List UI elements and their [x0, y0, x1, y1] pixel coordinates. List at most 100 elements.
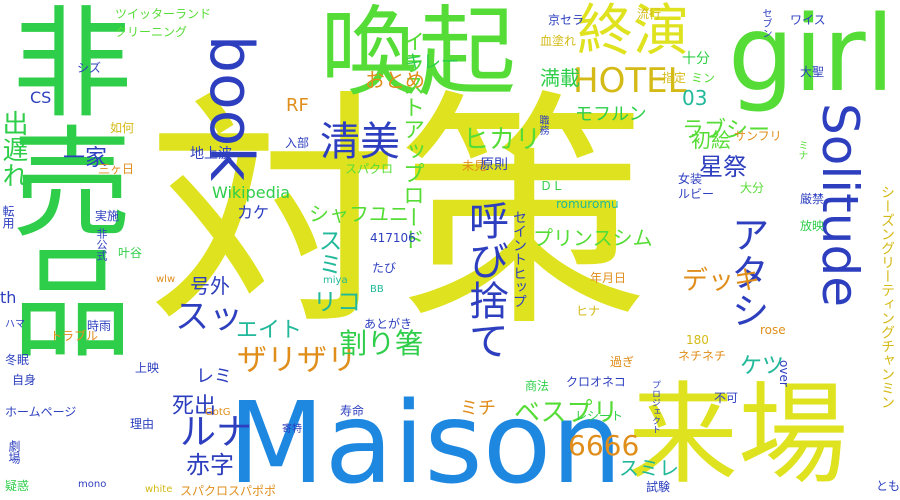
word-twitterland: ツイッターランド [115, 7, 212, 21]
word-th: th [0, 288, 17, 307]
word-over: over [777, 360, 791, 387]
word-white: white [145, 484, 173, 495]
word-hoshimatsuri: 星祭 [699, 153, 747, 181]
word-supakuro: スパクロ [345, 162, 394, 176]
word-riyuu: 理由 [130, 417, 155, 431]
word-hama: ハマ [5, 319, 25, 330]
word-180: 180 [686, 333, 709, 347]
word-hikoushiki: 非公式 [95, 228, 108, 261]
word-bb: BB [370, 284, 384, 295]
word-cloud: 対策 Maison 喚起 girl 来場 非売品 book Solitude 終… [0, 0, 900, 500]
word-nechinechi: ネチネチ [678, 349, 727, 363]
word-shitei: 指定 [662, 71, 687, 85]
word-receipt: レシート [575, 409, 624, 423]
word-deokure: 出遅れ [0, 110, 28, 188]
word-mansai: 満載 [540, 66, 580, 90]
word-sumire: スミレ [619, 456, 679, 480]
word-jumyou: 寿命 [340, 404, 365, 418]
word-season-greeting: シーズングリーティングチャンミン [879, 185, 895, 409]
word-mono: mono [78, 479, 107, 490]
word-romuromu: romuromu [556, 197, 619, 211]
word-dekki: デッキ [682, 266, 761, 296]
word-cleaning: クリーニング [115, 25, 188, 39]
word-ryuukou: 流行 [637, 7, 662, 21]
word-tomo: とも [876, 479, 900, 493]
word-chimamire: 血塗れ [540, 34, 577, 48]
word-hina: ヒナ [576, 304, 601, 318]
word-project: プロジェクト [650, 380, 660, 434]
word-kitoku: 寄特 [282, 424, 302, 435]
word-yobisute: 呼び捨て [462, 200, 508, 360]
word-akaji: 赤字 [186, 451, 234, 479]
word-atogaki: あとがき [364, 317, 413, 331]
word-nengappi: 年月日 [590, 271, 627, 285]
word-mikkabi: 三ヶ日 [98, 162, 135, 176]
word-michi: ミチ [460, 398, 496, 419]
word-shouhou: 商法 [525, 379, 550, 393]
word-gotg: GotG [205, 407, 231, 418]
word-juubun: 十分 [682, 51, 710, 67]
word-shafuyuni: シャフユニ [309, 202, 409, 226]
word-genkin: 厳禁 [800, 192, 825, 206]
word-houei: 放映 [800, 219, 825, 233]
word-otome: おとめ [365, 68, 425, 92]
word-shuen: 終演 [577, 0, 689, 64]
word-taisei: 大聖 [800, 65, 825, 79]
word-seven: セブン [760, 8, 771, 38]
word-riko: リコ [313, 288, 361, 316]
word-wikipedia: Wikipedia [212, 183, 291, 202]
word-gensoku: 原則 [480, 157, 508, 173]
word-trouble: トラブル [50, 329, 99, 343]
word-daibu: 大分 [740, 181, 765, 195]
word-rose: rose [760, 323, 786, 337]
word-remi: レミ [196, 366, 232, 387]
word-tenyou: 転用 [1, 205, 15, 229]
word-su: スッ [175, 297, 243, 337]
word-shizu: シズ [77, 61, 102, 75]
word-giwaku: 疑惑 [5, 479, 30, 493]
word-kake: カケ [237, 203, 270, 222]
word-gekijou: 劇場 [7, 440, 21, 464]
word-jishin: 自身 [12, 373, 37, 387]
word-kiyomi: 清美 [320, 119, 400, 165]
word-waribashi: 割り箸 [339, 327, 424, 360]
word-supakuro-supapopo: スパクロスパポポ [180, 484, 277, 498]
word-kyocera: 京セラ [548, 13, 585, 27]
word-shokumu: 職務 [537, 115, 548, 135]
word-hatsue: 初絵 [691, 128, 731, 152]
word-homepage: ホームページ [5, 405, 77, 419]
word-luna: ルナ [180, 412, 253, 453]
word-hikari: ヒカリ [463, 125, 542, 155]
word-fuka: 不可 [714, 391, 739, 405]
word-saint-hip: セイントヒップ [511, 210, 527, 308]
word-mina: ミナ [796, 140, 807, 160]
word-joueii: 上映 [135, 361, 160, 375]
word-min: ミン [691, 71, 716, 85]
word-josou: 女装 [678, 172, 703, 186]
word-kurooneko: クロオネコ [566, 375, 626, 389]
word-ruby: ルビー [678, 187, 715, 201]
word-jisshi: 実施 [95, 209, 120, 223]
word-shiken: 試験 [646, 480, 671, 494]
word-mofurun: モフルン [575, 104, 647, 125]
word-miya: miya [323, 275, 348, 286]
word-03: 03 [682, 86, 708, 110]
word-gougai: 号外 [190, 274, 230, 298]
word-rf: RF [286, 95, 309, 116]
word-ikaga: 如何 [110, 121, 135, 135]
word-tabi: たび [372, 261, 397, 275]
word-nyuubu: 入部 [285, 136, 310, 150]
word-cs: CS [30, 88, 52, 107]
word-sanfuri: サンフリ [734, 129, 782, 143]
word-dl: ＤＬ [540, 179, 565, 193]
word-kanoya: 叶谷 [118, 246, 143, 260]
word-wlw: wlw [156, 274, 176, 285]
word-eito: エイト [236, 318, 303, 343]
word-chijouha: 地上波 [190, 146, 232, 162]
word-princessim: プリンスシム [533, 226, 653, 250]
word-sumi: スミ [314, 228, 342, 276]
word-weiss: ワイス [790, 13, 826, 27]
word-toumin: 冬眠 [5, 353, 30, 367]
word-sugi: 過ぎ [610, 355, 635, 369]
word-417106: 417106 [370, 231, 416, 245]
